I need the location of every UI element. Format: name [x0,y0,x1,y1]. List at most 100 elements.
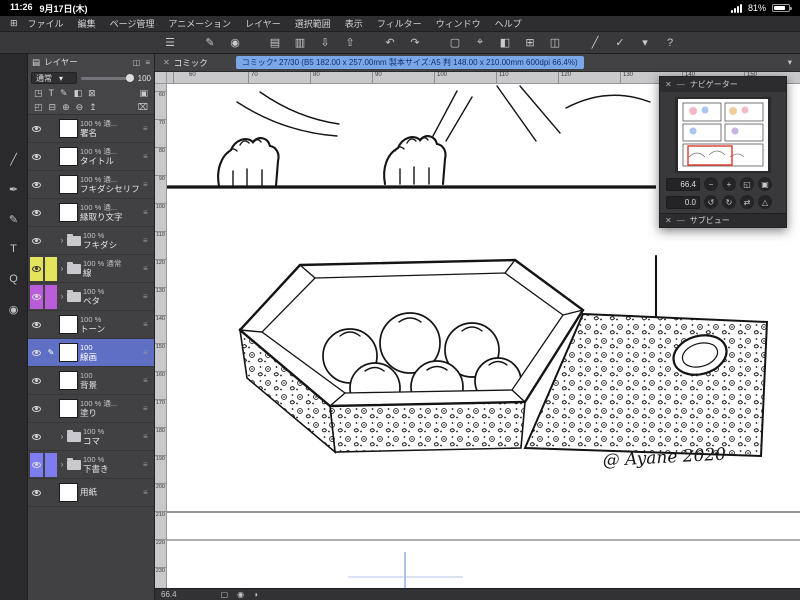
layer-name[interactable]: タイトル [80,156,141,166]
layer-visibility-toggle[interactable] [30,341,43,365]
layer-name[interactable]: 塗り [80,408,141,418]
toolbar-group-divider[interactable] [365,34,375,52]
close-icon[interactable]: ✕ [665,80,672,89]
layer-thumbnail[interactable] [59,371,78,390]
toolbar-group-divider[interactable] [430,34,440,52]
expand-arrow-icon[interactable]: › [59,264,65,273]
layer-menu-icon[interactable]: ≡ [143,488,152,497]
page-manager-icon[interactable]: ▥ [290,34,310,52]
layer-name[interactable]: フキダシ [83,240,141,250]
layer-name[interactable]: 縁取り文字 [80,212,141,222]
layer-visibility-toggle[interactable] [30,397,43,421]
layer-mask-icon[interactable]: ◧ [74,88,83,99]
layer-row[interactable]: ✎ › 100 % 通... 縁取り文字 ≡ [28,199,154,227]
toolbar-group-divider[interactable] [185,34,195,52]
layer-name[interactable]: 線 [83,268,141,278]
layer-name[interactable]: コマ [83,436,141,446]
zoom-tool-icon[interactable]: Q [4,270,24,288]
layer-visibility-toggle[interactable] [30,256,43,281]
collapse-icon[interactable]: — [677,216,685,225]
layer-menu-icon[interactable]: ≡ [143,292,152,301]
layer-menu-icon[interactable]: ≡ [143,124,152,133]
pencil-tool-icon[interactable]: ✎ [4,210,24,228]
menu-item[interactable]: 選択範囲 [295,17,331,30]
layer-thumbnail[interactable] [59,343,78,362]
undo-icon[interactable]: ↶ [380,34,400,52]
rotate-left-icon[interactable]: ↺ [704,195,718,209]
layer-property-icon[interactable]: ▣ [139,88,148,99]
layer-row[interactable]: ✎ › 100 % ベタ ≡ [28,283,154,311]
blend-mode-select[interactable]: 通常 ▾ [31,72,77,84]
layer-visibility-toggle[interactable] [30,173,43,197]
vector-layer-icon[interactable]: ✎ [60,88,68,99]
layer-menu-icon[interactable]: ≡ [143,236,152,245]
layer-menu-icon[interactable]: ≡ [143,320,152,329]
menu-item[interactable]: フィルター [377,17,422,30]
import-icon[interactable]: ⇩ [315,34,335,52]
layer-visibility-toggle[interactable] [30,229,43,253]
crop-icon[interactable]: ◧ [495,34,515,52]
layer-thumbnail[interactable] [59,119,78,138]
layer-visibility-toggle[interactable] [30,369,43,393]
layer-menu-icon[interactable]: ≡ [143,152,152,161]
subtool-icon[interactable]: ◉ [4,300,24,318]
layer-menu-icon[interactable]: ≡ [143,180,152,189]
layer-name[interactable]: 署名 [80,128,141,138]
toolbar-group-divider[interactable] [250,34,260,52]
rotate-indicator-icon[interactable]: ◉ [237,590,244,599]
layer-row[interactable]: ✎ › 100 % 通... タイトル ≡ [28,143,154,171]
pen-tool-icon[interactable]: ✒ [4,180,24,198]
canvas-zoom-value[interactable]: 66.4 [161,590,177,599]
zoom-100-icon[interactable]: ◱ [740,177,754,191]
redo-icon[interactable]: ↷ [405,34,425,52]
vertical-ruler[interactable]: 60 70 80 90 100 110 120 130 140 150 160 170 180 190 20… [155,84,167,588]
menu-item[interactable]: アニメーション [168,17,231,30]
text-layer-icon[interactable]: T [49,88,55,98]
layer-visibility-toggle[interactable] [30,201,43,225]
layer-thumbnail[interactable] [59,315,78,334]
new-raster-layer-icon[interactable]: ◳ [34,88,43,99]
layer-menu-icon[interactable]: ≡ [143,460,152,469]
layer-row[interactable]: ✎ › 100 % フキダシ ≡ [28,227,154,255]
layer-name[interactable]: 下書き [83,464,141,474]
apps-menu-icon[interactable]: ⊞ [10,18,18,29]
menu-item[interactable]: ファイル [28,17,64,30]
layer-visibility-toggle[interactable] [30,452,43,477]
layer-row[interactable]: ✎ › 100 線画 ≡ [28,339,154,367]
zoom-value-field[interactable]: 66.4 [666,177,700,191]
close-icon[interactable]: ✕ [665,216,672,225]
layer-row[interactable]: ✎ › 100 % コマ ≡ [28,423,154,451]
layer-thumbnail[interactable] [59,399,78,418]
layer-thumbnail[interactable] [59,483,78,502]
collapse-icon[interactable]: — [677,80,685,89]
layer-row[interactable]: ✎ › 100 背景 ≡ [28,367,154,395]
fit-to-screen-icon[interactable]: ▣ [758,177,772,191]
layer-name[interactable]: 線画 [80,352,141,362]
layer-visibility-toggle[interactable] [30,117,43,141]
layer-visibility-toggle[interactable] [30,284,43,309]
reset-rotation-icon[interactable]: △ [758,195,772,209]
layer-menu-icon[interactable]: ≡ [143,208,152,217]
view-mode-icon[interactable]: ◑ [253,590,258,599]
layer-name[interactable]: 用紙 [80,487,141,497]
menu-item[interactable]: ウィンドウ [436,17,481,30]
clip-layer-icon[interactable]: ⊠ [88,88,96,99]
layer-row[interactable]: ✎ › 100 % 下書き ≡ [28,451,154,479]
expand-arrow-icon[interactable]: › [59,292,65,301]
layer-menu-icon[interactable]: ≡ [143,376,152,385]
confirm-icon[interactable]: ✓ [610,34,630,52]
layer-name[interactable]: ベタ [83,296,141,306]
menu-item[interactable]: 編集 [78,17,96,30]
edit-pen-icon[interactable]: ✎ [200,34,220,52]
layer-row[interactable]: ✎ › 100 % トーン ≡ [28,311,154,339]
layer-menu-icon[interactable]: ≡ [143,264,152,273]
layer-thumbnail[interactable] [59,203,78,222]
layer-visibility-toggle[interactable] [30,313,43,337]
expand-arrow-icon[interactable]: › [59,460,65,469]
menu-item[interactable]: ページ管理 [110,17,155,30]
layer-row[interactable]: ✎ › 100 % 通常 線 ≡ [28,255,154,283]
merge-down-icon[interactable]: ⊟ [49,102,57,113]
toolbar-group-divider[interactable] [570,34,580,52]
navigator-preview[interactable] [675,97,771,173]
rotate-value-field[interactable]: 0.0 [666,195,700,209]
